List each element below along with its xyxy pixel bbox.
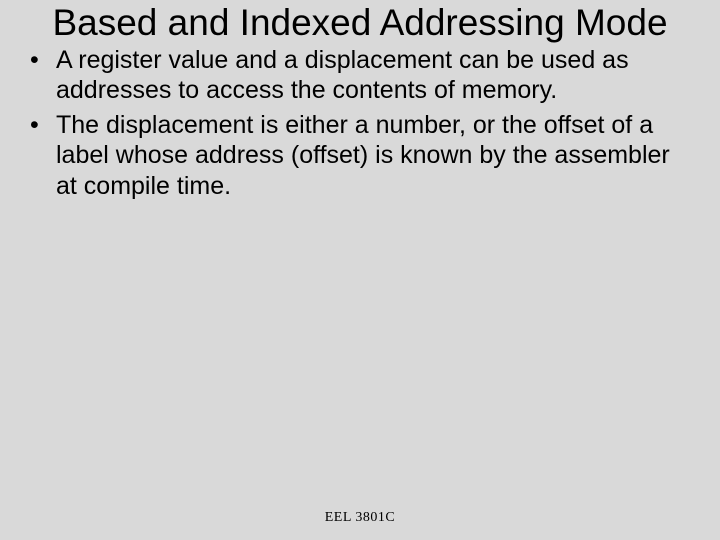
- slide-footer: EEL 3801C: [0, 510, 720, 526]
- slide-title: Based and Indexed Addressing Mode: [0, 0, 720, 45]
- bullet-item: A register value and a displacement can …: [24, 45, 696, 106]
- slide-body: A register value and a displacement can …: [0, 45, 720, 202]
- bullet-list: A register value and a displacement can …: [24, 45, 696, 202]
- bullet-item: The displacement is either a number, or …: [24, 110, 696, 202]
- slide: Based and Indexed Addressing Mode A regi…: [0, 0, 720, 540]
